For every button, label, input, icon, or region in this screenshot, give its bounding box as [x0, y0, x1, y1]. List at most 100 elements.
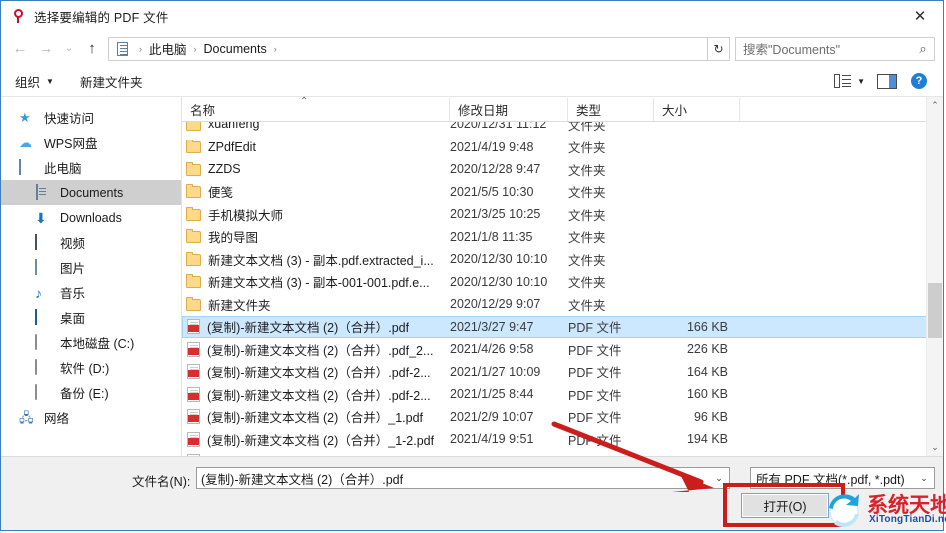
- table-row[interactable]: ZPdfEdit 2021/4/19 9:48 文件夹: [182, 136, 943, 159]
- file-type-cell: 文件夹: [568, 253, 606, 268]
- breadcrumb[interactable]: › 此电脑 › Documents › chevron-down-icon: [108, 36, 708, 61]
- sidebar-item-videos[interactable]: 视频: [1, 230, 181, 255]
- file-date-cell: 2020/12/29 9:07: [450, 297, 541, 312]
- file-date-cell: 2020/12/28 9:47: [450, 162, 541, 177]
- breadcrumb-separator: ›: [273, 43, 277, 54]
- table-row[interactable]: 新建文本文档 (3) - 副本-001-001.pdf.e... 2020/12/…: [182, 271, 943, 294]
- sidebar-item-music[interactable]: ♪ 音乐: [1, 280, 181, 305]
- search-input[interactable]: 搜索"Documents" ⌕: [735, 36, 935, 61]
- file-name-cell: (复制)-新建文本文档 (2)（合并）.pdf-2...: [182, 385, 450, 404]
- view-chevron-down-icon[interactable]: ▼: [857, 77, 865, 86]
- sidebar-item-this-pc[interactable]: 此电脑: [1, 155, 181, 180]
- sidebar-item-label: WPS网盘: [44, 137, 98, 151]
- scrollbar-thumb[interactable]: [928, 283, 942, 338]
- command-bar: 组织 ▼ 新建文件夹 ▼ ?: [1, 66, 943, 97]
- cloud-icon: ☁: [19, 134, 32, 150]
- table-row[interactable]: 新建文件夹 2020/12/29 9:07 文件夹: [182, 293, 943, 316]
- table-row[interactable]: xuanfeng 2020/12/31 11:12 文件夹: [182, 122, 943, 136]
- file-date-cell: 2021/1/27 10:09: [450, 364, 541, 379]
- table-row[interactable]: (复制)-新建文本文档 (2)（合并）.pdf 2021/3/27 9:47 PDF…: [182, 315, 943, 338]
- file-name-label: ZZDS: [208, 162, 241, 177]
- file-name-cell: (复制)-新建文本文档 (2)（合并）.pdf: [182, 317, 450, 336]
- sidebar-item-label: 音乐: [60, 287, 86, 301]
- column-header-type[interactable]: 类型: [568, 98, 654, 121]
- preview-pane-icon[interactable]: [877, 73, 897, 89]
- sidebar-item-desktop[interactable]: 桌面: [1, 305, 181, 330]
- sidebar-item-software-d[interactable]: 软件 (D:): [1, 355, 181, 380]
- breadcrumb-chevron-down-icon[interactable]: chevron-down-icon: [669, 38, 685, 60]
- folder-icon: [186, 139, 201, 154]
- file-name-label: 新建文件夹: [208, 298, 271, 313]
- back-arrow-icon[interactable]: ←: [7, 36, 33, 62]
- sidebar-item-pictures[interactable]: 图片: [1, 255, 181, 280]
- videos-icon: [35, 233, 53, 251]
- column-header-date[interactable]: 修改日期: [450, 98, 568, 121]
- refresh-icon[interactable]: ↻: [708, 36, 730, 61]
- downloads-icon: ⬇: [35, 209, 47, 226]
- sidebar-item-network[interactable]: 🖧 网络: [1, 405, 181, 430]
- organize-button[interactable]: 组织 ▼: [15, 72, 54, 91]
- column-header-date-label: 修改日期: [458, 104, 509, 118]
- table-row[interactable]: ZZDS 2020/12/28 9:47 文件夹: [182, 158, 943, 181]
- filter-chevron-down-icon[interactable]: ⌄: [914, 473, 934, 484]
- sidebar-item-downloads[interactable]: ⬇ Downloads: [1, 205, 181, 230]
- breadcrumb-item-this-pc[interactable]: 此电脑: [147, 39, 189, 58]
- file-name-cell: ZPdfEdit: [182, 139, 450, 154]
- file-date-cell: 2021/4/19 9:48: [450, 139, 534, 154]
- column-header-size-label: 大小: [662, 104, 688, 118]
- pdf-file-icon: [187, 341, 200, 357]
- organize-label: 组织: [15, 75, 41, 90]
- file-name-label: ZPdfEdit: [208, 139, 256, 154]
- recent-locations-chevron-down-icon[interactable]: ⌄: [59, 36, 79, 62]
- sidebar-item-label: 此电脑: [44, 162, 82, 176]
- new-folder-button[interactable]: 新建文件夹: [80, 72, 143, 91]
- table-row[interactable]: 新建文本文档 (3) - 副本.pdf.extracted_i... 2020/1…: [182, 248, 943, 271]
- table-row[interactable]: (复制)-新建文本文档 (2)（合并）.pdf_2... 2021/4/26 9:…: [182, 338, 943, 361]
- up-arrow-icon[interactable]: ↑: [79, 36, 105, 62]
- column-header-row: 名称 修改日期 类型 大小 ⌃: [182, 96, 943, 122]
- column-header-size[interactable]: 大小: [654, 98, 740, 121]
- sidebar-item-quick-access[interactable]: ★ 快速访问: [1, 105, 181, 130]
- sidebar-item-documents[interactable]: Documents: [1, 180, 181, 205]
- file-name-label: 我的导图: [208, 231, 259, 246]
- scroll-down-icon[interactable]: ⌄: [927, 439, 943, 456]
- view-layout-icon[interactable]: [834, 74, 852, 88]
- filename-label: 文件名(N):: [132, 475, 191, 489]
- file-date-cell: 2020/12/31 11:12: [450, 122, 547, 132]
- file-name-label: (复制)-新建文本文档 (2)（合并）.pdf-2...: [207, 388, 431, 403]
- vertical-scrollbar[interactable]: ⌃ ⌄: [926, 97, 943, 456]
- table-row[interactable]: (复制)-新建文本文档 (2)（合并）_1-2.pdf 2021/4/19 9:5…: [182, 428, 943, 451]
- file-name-label: (复制)-新建文本文档 (2)（合并）_1-2.pdf: [207, 433, 435, 448]
- pictures-icon: [35, 258, 53, 276]
- table-row[interactable]: 手机模拟大师 2021/3/25 10:25 文件夹: [182, 203, 943, 226]
- table-row[interactable]: (复制)-新建文本文档 (2)（合并）.pdf-2... 2021/1/27 10…: [182, 361, 943, 384]
- window-title: 选择要编辑的 PDF 文件: [34, 10, 169, 25]
- scroll-up-icon[interactable]: ⌃: [927, 97, 943, 114]
- table-row[interactable]: (复制)-新建文本文档 (2)（合并）.pdf-2... 2021/1/25 8:…: [182, 383, 943, 406]
- breadcrumb-item-documents[interactable]: Documents: [202, 42, 269, 56]
- filename-input[interactable]: (复制)-新建文本文档 (2)（合并）.pdf ⌄: [196, 467, 730, 489]
- file-rows-viewport: xuanfeng 2020/12/31 11:12 文件夹 ZPdfEdit 2021/…: [182, 122, 943, 456]
- table-row[interactable]: (复制)-新建文本文档 (2)（合并）_1.pdf 2021/2/9 10:07 P…: [182, 406, 943, 429]
- file-name-cell: 新建文件夹: [182, 295, 450, 314]
- open-button[interactable]: 打开(O): [741, 493, 829, 518]
- sidebar-item-wps-cloud[interactable]: ☁ WPS网盘: [1, 130, 181, 155]
- search-placeholder: 搜索"Documents": [743, 43, 841, 57]
- help-icon[interactable]: ?: [911, 73, 927, 89]
- file-name-label: 新建文本文档 (3) - 副本.pdf.extracted_i...: [208, 253, 434, 268]
- view-tools: ▼ ?: [834, 66, 935, 96]
- file-name-label: (复制)-新建文本文档 (2)（合并）.pdf: [207, 321, 410, 336]
- filename-chevron-down-icon[interactable]: ⌄: [709, 473, 729, 484]
- column-header-name[interactable]: 名称: [182, 98, 450, 121]
- filename-value: (复制)-新建文本文档 (2)（合并）.pdf: [201, 472, 404, 487]
- table-row[interactable]: 便笺 2021/5/5 10:30 文件夹: [182, 181, 943, 204]
- forward-arrow-icon[interactable]: →: [33, 36, 59, 62]
- file-date-cell: 2021/4/26 9:58: [450, 342, 534, 357]
- sidebar-item-local-disk-c[interactable]: 本地磁盘 (C:): [1, 330, 181, 355]
- sidebar-item-label: 快速访问: [44, 112, 95, 126]
- sidebar-item-label: 视频: [60, 237, 86, 251]
- file-type-filter-select[interactable]: 所有 PDF 文档(*.pdf, *.pdt) ⌄: [750, 467, 935, 489]
- table-row[interactable]: 我的导图 2021/1/8 11:35 文件夹: [182, 226, 943, 249]
- close-icon[interactable]: ✕: [897, 1, 943, 30]
- sidebar-item-backup-e[interactable]: 备份 (E:): [1, 380, 181, 405]
